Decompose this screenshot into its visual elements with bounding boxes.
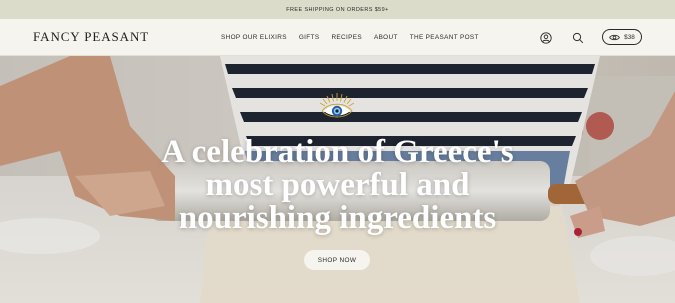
nav-item-about[interactable]: ABOUT: [374, 34, 398, 41]
site-logo[interactable]: FANCY PEASANT: [33, 29, 149, 45]
evil-eye-icon: [319, 93, 355, 118]
eye-icon: [609, 34, 621, 40]
cart-amount: $38: [624, 33, 635, 41]
hero-headline-line-3: nourishing ingredients: [178, 200, 497, 236]
account-icon[interactable]: [540, 31, 552, 44]
nav-item-shop-our-elixirs[interactable]: SHOP OUR ELIXIRS: [221, 34, 287, 41]
hero-banner: A celebration of Greece's most powerful …: [0, 56, 675, 303]
promo-text: FREE SHIPPING ON ORDERS $59+: [286, 6, 389, 13]
search-icon[interactable]: [572, 31, 584, 44]
hero-headline-line-1: A celebration of Greece's: [161, 134, 514, 170]
hero-headline: A celebration of Greece's most powerful …: [100, 136, 575, 235]
site-header: FANCY PEASANT SHOP OUR ELIXIRS GIFTS REC…: [0, 19, 675, 56]
shop-now-button[interactable]: SHOP NOW: [304, 250, 370, 270]
nav-item-the-peasant-post[interactable]: THE PEASANT POST: [410, 34, 479, 41]
promo-bar: FREE SHIPPING ON ORDERS $59+: [0, 0, 675, 19]
nav-item-gifts[interactable]: GIFTS: [299, 34, 320, 41]
nav-item-recipes[interactable]: RECIPES: [331, 34, 362, 41]
main-nav: SHOP OUR ELIXIRS GIFTS RECIPES ABOUT THE…: [221, 34, 491, 41]
cart-button[interactable]: $38: [602, 29, 642, 45]
hero-headline-line-2: most powerful and: [205, 167, 470, 203]
